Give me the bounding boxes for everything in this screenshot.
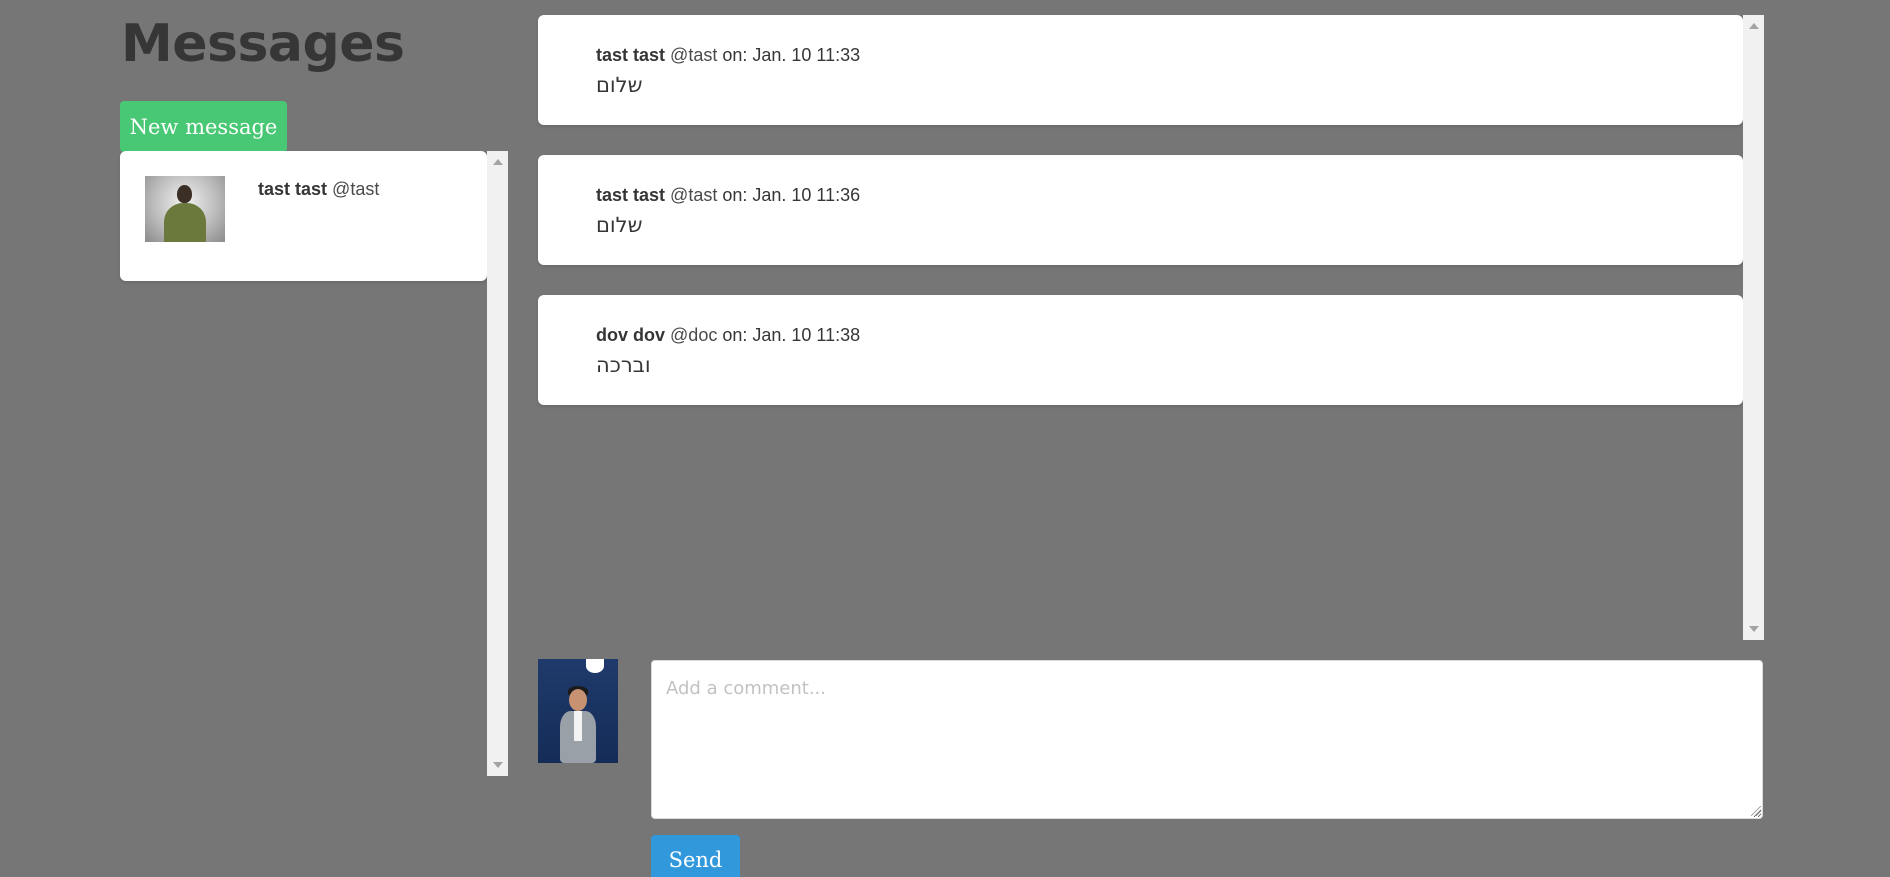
conversation-name: tast tast @tast	[258, 179, 379, 200]
scroll-down-arrow-icon[interactable]	[1748, 626, 1759, 632]
message-text: וברכה	[596, 353, 651, 377]
message-header: tast tast @tast on: Jan. 10 11:36	[596, 185, 860, 206]
message-card: tast tast @tast on: Jan. 10 11:33 שלום	[538, 15, 1743, 125]
message-author: dov dov	[596, 325, 666, 345]
conversation-list: tast tast @tast	[120, 151, 508, 776]
message-timestamp: on: Jan. 10 11:36	[722, 185, 861, 205]
resize-handle-icon[interactable]	[1751, 806, 1761, 816]
page-title: Messages	[121, 14, 405, 74]
message-thread: tast tast @tast on: Jan. 10 11:33 שלום t…	[538, 15, 1764, 640]
conversation-handle: @tast	[332, 179, 380, 199]
message-text: שלום	[596, 73, 643, 97]
scroll-up-arrow-icon[interactable]	[492, 159, 503, 165]
scroll-up-arrow-icon[interactable]	[1748, 23, 1759, 29]
message-card: dov dov @doc on: Jan. 10 11:38 וברכה	[538, 295, 1743, 405]
message-timestamp: on: Jan. 10 11:38	[722, 325, 861, 345]
conversation-scrollbar[interactable]	[487, 151, 508, 776]
conversation-avatar	[145, 176, 225, 242]
message-header: dov dov @doc on: Jan. 10 11:38	[596, 325, 860, 346]
message-handle: @tast	[670, 185, 718, 205]
message-scrollbar[interactable]	[1743, 15, 1764, 640]
send-button[interactable]: Send	[651, 835, 740, 877]
new-message-button[interactable]: New message	[120, 101, 287, 152]
scroll-down-arrow-icon[interactable]	[492, 762, 503, 768]
conversation-display-name: tast tast	[258, 179, 328, 199]
message-author: tast tast	[596, 45, 666, 65]
current-user-avatar	[538, 659, 618, 763]
message-author: tast tast	[596, 185, 666, 205]
comment-input[interactable]	[651, 660, 1763, 819]
message-header: tast tast @tast on: Jan. 10 11:33	[596, 45, 860, 66]
conversation-item[interactable]: tast tast @tast	[120, 151, 487, 281]
message-text: שלום	[596, 213, 643, 237]
message-handle: @doc	[670, 325, 718, 345]
message-handle: @tast	[670, 45, 718, 65]
message-card: tast tast @tast on: Jan. 10 11:36 שלום	[538, 155, 1743, 265]
message-timestamp: on: Jan. 10 11:33	[722, 45, 861, 65]
